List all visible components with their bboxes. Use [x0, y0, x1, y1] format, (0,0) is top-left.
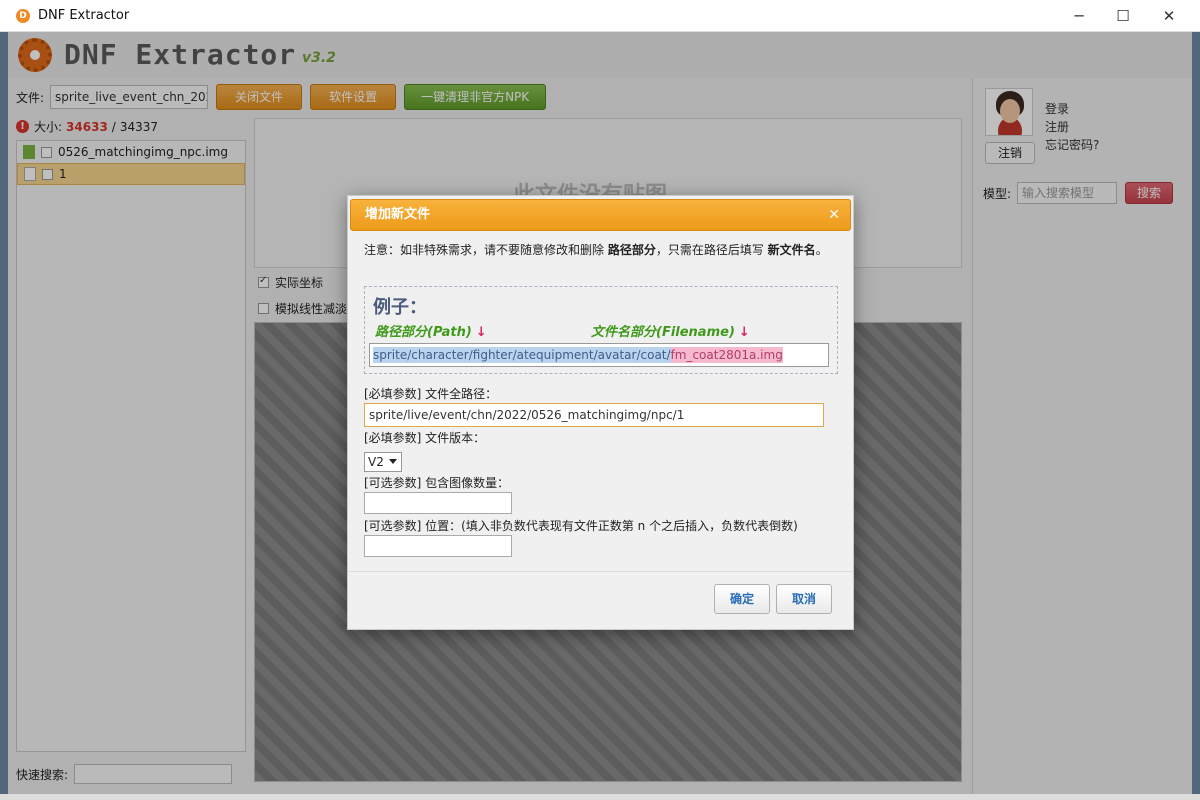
example-path-display: sprite/character/fighter/atequipment/ava…: [369, 343, 829, 367]
add-file-dialog: 增加新文件 ✕ 注意：如非特殊需求，请不要随意修改和删除 路径部分，只需在路径后…: [347, 195, 854, 630]
position-label: [可选参数] 位置：(填入非负数代表现有文件正数第 n 个之后插入，负数代表倒数…: [364, 519, 798, 533]
note-path-part: 路径部分: [607, 243, 656, 257]
chevron-down-icon: [389, 459, 397, 464]
cancel-button[interactable]: 取消: [776, 584, 832, 614]
example-filename: fm_coat2801a.img: [670, 347, 783, 363]
window-title: DNF Extractor: [38, 8, 130, 23]
path-part-label: 路径部分(Path) ↓: [375, 321, 487, 340]
note-end: 。: [815, 243, 828, 257]
dialog-title: 增加新文件: [365, 207, 431, 222]
dialog-close-icon[interactable]: ✕: [828, 200, 840, 230]
dialog-divider: [348, 571, 853, 572]
taskbar-strip: [0, 794, 1200, 800]
version-label: [必填参数] 文件版本：: [364, 431, 486, 445]
image-count-input[interactable]: [364, 492, 512, 514]
dialog-note: 注意：如非特殊需求，请不要随意修改和删除 路径部分，只需在路径后填写 新文件名。: [364, 241, 840, 260]
dialog-header: 增加新文件 ✕: [350, 199, 851, 231]
close-window-button[interactable]: ✕: [1146, 0, 1192, 32]
filename-part-label: 文件名部分(Filename) ↓: [591, 321, 750, 340]
example-title: 例子：: [373, 297, 427, 318]
version-select[interactable]: V2: [364, 452, 402, 472]
note-middle: ，只需在路径后填写: [655, 243, 768, 257]
app-icon: D: [16, 8, 30, 23]
confirm-button[interactable]: 确定: [714, 584, 770, 614]
arrow-down-icon: ↓: [475, 325, 487, 340]
example-path: sprite/character/fighter/atequipment/ava…: [373, 347, 671, 363]
version-selected: V2: [368, 455, 384, 469]
position-input[interactable]: [364, 535, 512, 557]
maximize-button[interactable]: ☐: [1100, 0, 1146, 32]
full-path-input[interactable]: sprite/live/event/chn/2022/0526_matching…: [364, 403, 824, 427]
minimize-button[interactable]: ─: [1056, 0, 1102, 32]
arrow-down-icon: ↓: [738, 325, 750, 340]
path-part-text: 路径部分(Path): [375, 325, 472, 340]
window-titlebar: D DNF Extractor ─ ☐ ✕: [0, 0, 1200, 32]
count-label: [可选参数] 包含图像数量：: [364, 476, 510, 490]
note-new-filename: 新文件名: [767, 243, 816, 257]
filename-part-text: 文件名部分(Filename): [591, 325, 735, 340]
note-prefix: 注意：如非特殊需求，请不要随意修改和删除: [364, 243, 608, 257]
full-path-label: [必填参数] 文件全路径：: [364, 387, 498, 401]
example-box: 例子： 路径部分(Path) ↓ 文件名部分(Filename) ↓ sprite/…: [364, 286, 838, 374]
